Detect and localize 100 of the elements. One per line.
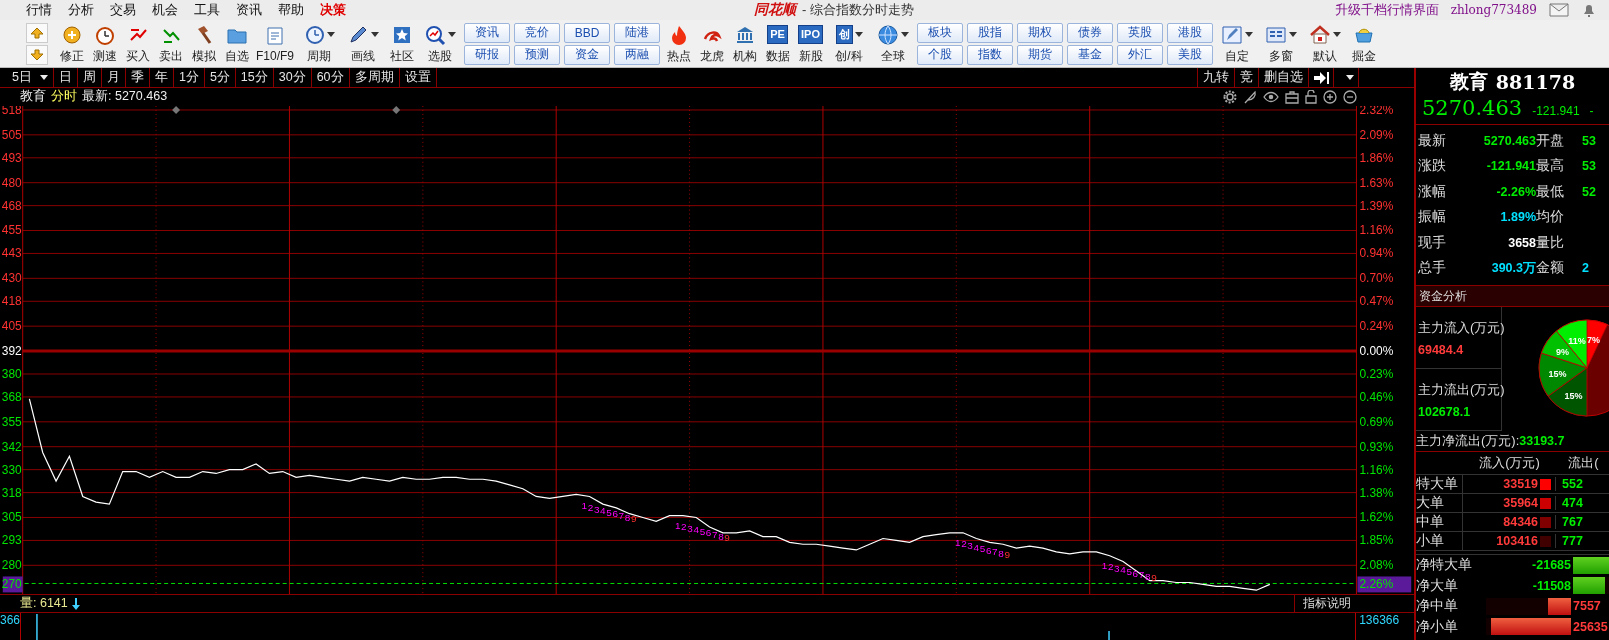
username[interactable]: zhlong773489 [1450, 3, 1537, 17]
quick-button[interactable]: BBD [564, 22, 610, 43]
zoom-in-icon[interactable] [1323, 89, 1337, 104]
toolbar-button[interactable]: 热点 [663, 21, 694, 66]
toolbar-button[interactable]: 默认 [1304, 21, 1346, 66]
scroll-up-button[interactable] [26, 22, 48, 43]
nine-turn-label: 123456789 [955, 536, 1010, 561]
quick-button[interactable]: 资金 [564, 44, 610, 65]
period-tab[interactable]: 5分 [204, 68, 236, 87]
period-tab[interactable]: 日 [53, 68, 78, 87]
toolbar-button[interactable]: 龙虎 [696, 21, 727, 66]
percent-tick-label: 0.24% [1359, 319, 1394, 334]
menu-item[interactable]: 交易 [102, 1, 144, 19]
quick-button[interactable]: 板块 [917, 22, 963, 43]
toolbar-button[interactable]: PE 数据 [762, 21, 793, 66]
order-type-label: 特大单 [1416, 475, 1463, 493]
quick-button[interactable]: 外汇 [1117, 44, 1163, 65]
volume-label: 量: 6141 [20, 595, 68, 612]
period-tool[interactable]: 九转 [1197, 68, 1235, 87]
period-tab[interactable]: 月 [101, 68, 126, 87]
toolbar-button[interactable]: 创 创/科 [828, 21, 870, 66]
period-tab[interactable]: 5日 [0, 68, 54, 87]
bell-icon[interactable] [1581, 2, 1597, 18]
zoom-out-icon[interactable] [1343, 89, 1357, 104]
menu-item[interactable]: 行情 [18, 1, 60, 19]
period-tab[interactable]: 设置 [399, 68, 437, 87]
diamond-marker-icon[interactable] [172, 105, 181, 114]
quick-button[interactable]: 指数 [967, 44, 1013, 65]
settings-icon[interactable] [1223, 89, 1237, 104]
slice-label: 7% [1587, 334, 1600, 345]
menu-item[interactable]: 分析 [60, 1, 102, 19]
quick-button[interactable]: 期权 [1017, 22, 1063, 43]
period-tab[interactable]: 季 [125, 68, 150, 87]
menu-item[interactable]: 决策 [312, 1, 354, 19]
toolbar-button[interactable]: 自选 [221, 21, 252, 66]
mail-icon[interactable] [1549, 3, 1569, 17]
toolbar-button[interactable]: 测速 [89, 21, 120, 66]
period-tab[interactable]: 多周期 [349, 68, 400, 87]
toolbar-button[interactable]: 周期 [298, 21, 340, 66]
period-tool[interactable]: 竞 [1235, 68, 1259, 87]
quick-button[interactable]: 预测 [514, 44, 560, 65]
toolbar-button[interactable]: 卖出 [155, 21, 186, 66]
period-tab[interactable]: 15分 [235, 68, 274, 87]
menu-item[interactable]: 资讯 [228, 1, 270, 19]
quick-button[interactable]: 股指 [967, 22, 1013, 43]
quick-button[interactable]: 港股 [1167, 22, 1213, 43]
menu-item[interactable]: 工具 [186, 1, 228, 19]
price-tick-label: 355 [1, 414, 22, 429]
toolbar-button[interactable]: F10/F9 [254, 23, 296, 64]
house-icon [1309, 23, 1331, 46]
slice-label: 15% [1548, 368, 1567, 379]
quick-button[interactable]: 美股 [1167, 44, 1213, 65]
quick-button[interactable]: 个股 [917, 44, 963, 65]
eye-icon[interactable] [1263, 89, 1279, 104]
icon-badge: IPO [798, 25, 823, 44]
toolbox-icon[interactable] [1285, 89, 1299, 104]
period-tab[interactable]: 1分 [173, 68, 205, 87]
menu-item[interactable]: 机会 [144, 1, 186, 19]
upgrade-link[interactable]: 升级千档行情界面 [1334, 1, 1439, 19]
order-type-label: 中单 [1416, 513, 1463, 531]
price-tick-label: 493 [1, 150, 22, 165]
period-tab[interactable]: 周 [77, 68, 102, 87]
toolbar-button[interactable]: 选股 [419, 21, 461, 66]
quick-button[interactable]: 期货 [1017, 44, 1063, 65]
toolbar-button[interactable]: 全球 [872, 21, 914, 66]
toolbar-button[interactable]: 画线 [342, 21, 384, 66]
toolbar-button[interactable]: 模拟 [188, 21, 219, 66]
inflow-value: 84346 [1503, 515, 1538, 529]
net-order-label: 净特大单 [1416, 556, 1473, 575]
toolbar-button[interactable]: 修正 [56, 21, 87, 66]
stat-label: 最高 [1536, 157, 1565, 176]
quick-button[interactable]: 英股 [1117, 22, 1163, 43]
toolbar-button[interactable]: IPO 新股 [795, 21, 826, 66]
quick-button[interactable]: 基金 [1067, 44, 1113, 65]
quick-button[interactable]: 陆港 [614, 22, 660, 43]
quick-button[interactable]: 研报 [464, 44, 510, 65]
stat-value: -121.941 [1485, 159, 1536, 174]
price-tick-label: 418 [1, 294, 22, 309]
index-name: 教育 [1449, 69, 1488, 94]
lock-icon[interactable] [1305, 89, 1317, 104]
menu-item[interactable]: 帮助 [270, 1, 312, 19]
quick-button[interactable]: 资讯 [464, 22, 510, 43]
quick-button[interactable]: 债券 [1067, 22, 1113, 43]
period-tool[interactable]: 删自选 [1259, 68, 1309, 87]
toolbar-button[interactable]: 社区 [386, 21, 417, 66]
toolbar-button[interactable]: 自定 [1216, 21, 1258, 66]
toolbar-button[interactable]: 机构 [729, 21, 760, 66]
period-tab[interactable]: 60分 [311, 68, 350, 87]
period-tab[interactable]: 30分 [273, 68, 312, 87]
feather-icon[interactable] [1243, 89, 1257, 104]
toolbar-button[interactable]: 多窗 [1260, 21, 1302, 66]
percent-tick-label: 2.09% [1359, 127, 1394, 142]
toolbar-button[interactable]: 买入 [122, 21, 153, 66]
diamond-marker-icon[interactable] [392, 105, 401, 114]
stat-label: 涨跌 [1418, 157, 1447, 176]
toolbar-button[interactable]: 掘金 [1348, 21, 1379, 66]
period-tab[interactable]: 年 [149, 68, 174, 87]
quick-button[interactable]: 两融 [614, 44, 660, 65]
quick-button[interactable]: 竞价 [514, 22, 560, 43]
scroll-down-button[interactable] [26, 44, 48, 65]
